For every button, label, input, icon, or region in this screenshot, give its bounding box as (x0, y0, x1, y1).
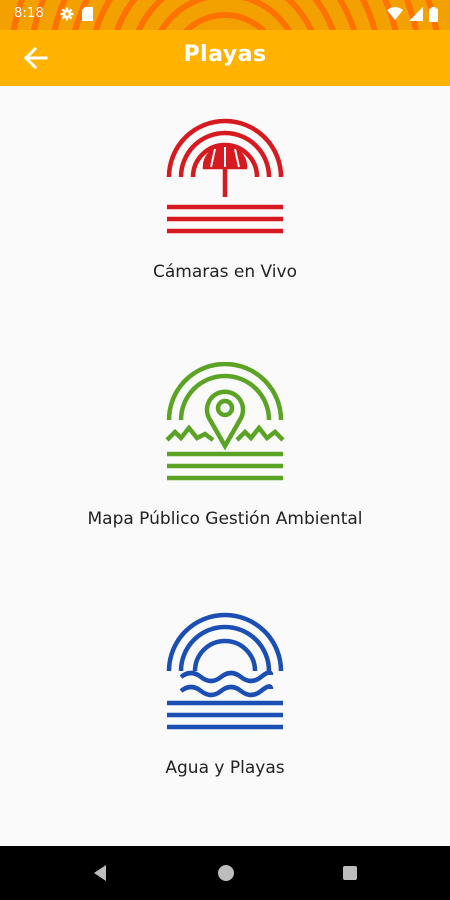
page-title: Playas (183, 42, 267, 67)
menu-item-agua[interactable]: Agua y Playas (0, 611, 450, 778)
app-bar: Playas (0, 30, 450, 86)
menu-item-label: Cámaras en Vivo (152, 262, 297, 282)
sim-card-icon (82, 7, 93, 21)
menu-item-label: Mapa Público Gestión Ambiental (87, 509, 363, 529)
gear-icon (60, 7, 74, 21)
menu-item-mapa[interactable]: Mapa Público Gestión Ambiental (0, 362, 450, 529)
cell-signal-icon (409, 7, 423, 21)
battery-icon (429, 7, 438, 22)
back-triangle-icon[interactable] (90, 863, 110, 883)
beach-umbrella-icon (166, 118, 284, 234)
status-time: 8:18 (14, 6, 44, 21)
recents-square-icon[interactable] (340, 863, 360, 883)
menu-item-label: Agua y Playas (165, 758, 285, 778)
sun-waves-icon (166, 612, 284, 730)
map-pin-landscape-icon (165, 362, 285, 481)
status-bar: 8:18 (0, 0, 450, 30)
menu-item-camaras[interactable]: Cámaras en Vivo (0, 115, 450, 282)
system-nav-bar (0, 846, 450, 900)
home-circle-icon[interactable] (216, 863, 236, 883)
wifi-icon (387, 7, 403, 20)
